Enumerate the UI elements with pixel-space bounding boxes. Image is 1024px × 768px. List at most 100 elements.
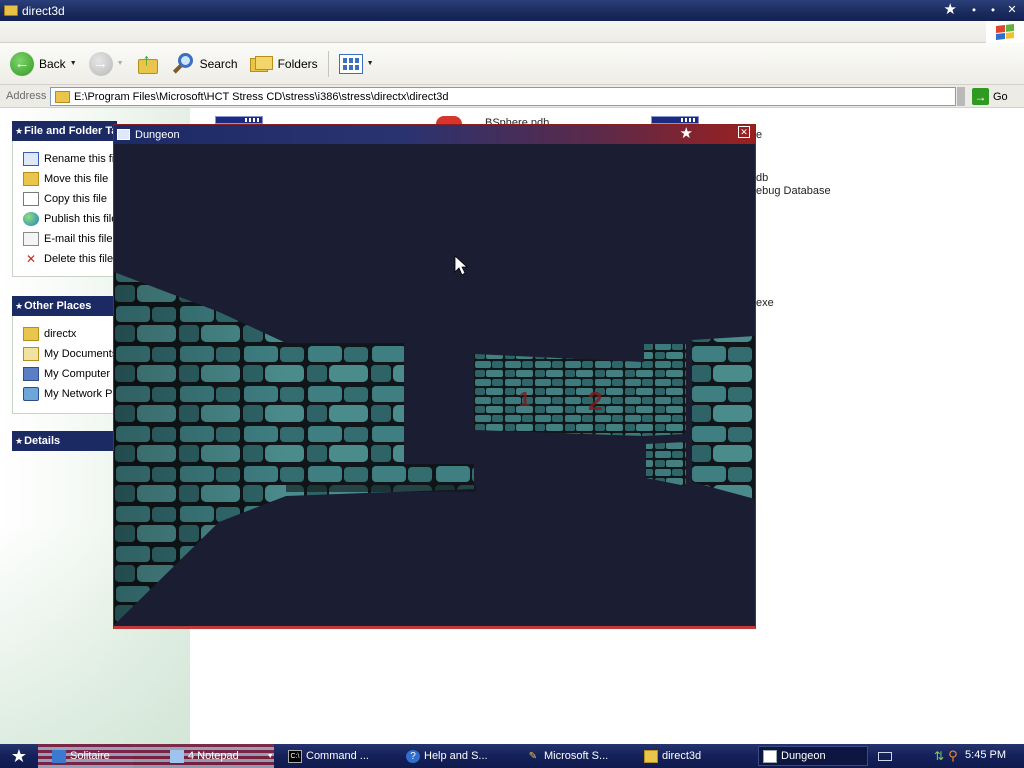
standard-toolbar: ← Back ▼ → ▼ ↑ Search Folders ▼ bbox=[0, 43, 1024, 85]
my-computer-icon bbox=[23, 367, 39, 381]
back-button[interactable]: ← Back ▼ bbox=[4, 47, 83, 81]
game-viewport[interactable]: 1 2 bbox=[114, 144, 755, 625]
file-name-fragment: e bbox=[756, 129, 763, 141]
taskbar-item-direct3d[interactable]: direct3d bbox=[640, 746, 752, 766]
taskbar-label: 4 Notepad bbox=[188, 750, 239, 762]
star-icon: ★ bbox=[679, 125, 693, 142]
folder-icon bbox=[23, 327, 39, 341]
window-title: direct3d bbox=[22, 3, 65, 18]
folder-icon bbox=[4, 5, 18, 16]
file-name-fragment: db bbox=[756, 172, 769, 184]
taskbar-item-dungeon[interactable]: Dungeon bbox=[758, 746, 868, 766]
task-move[interactable]: Move this file bbox=[13, 169, 116, 189]
my-documents-icon bbox=[23, 347, 39, 361]
keyboard-icon[interactable] bbox=[878, 751, 892, 761]
folders-button[interactable]: Folders bbox=[244, 47, 324, 81]
file-tasks-heading: File and Folder Tasks bbox=[24, 125, 117, 137]
help-icon: ? bbox=[406, 749, 420, 763]
other-places-heading: Other Places bbox=[24, 300, 92, 312]
file-thumbnail[interactable] bbox=[651, 116, 699, 124]
taskbar-label: Dungeon bbox=[781, 750, 826, 762]
address-dropdown-button[interactable] bbox=[957, 87, 965, 106]
window-icon bbox=[117, 129, 130, 140]
close-button[interactable]: ✕ bbox=[738, 126, 750, 138]
star-icon: ★ bbox=[943, 1, 957, 18]
start-button[interactable]: ★ bbox=[0, 744, 38, 768]
address-input[interactable]: E:\Program Files\Microsoft\HCT Stress CD… bbox=[50, 87, 956, 106]
forward-arrow-icon: → bbox=[88, 51, 113, 76]
dungeon-title: Dungeon bbox=[135, 128, 180, 141]
solitaire-icon bbox=[52, 749, 66, 763]
pdb-file-icon[interactable] bbox=[436, 116, 462, 124]
back-label: Back bbox=[39, 56, 66, 71]
taskbar-item-microsoft[interactable]: ✎ Microsoft S... bbox=[522, 746, 634, 766]
other-places-header[interactable]: ★ Other Places bbox=[12, 296, 117, 316]
star-icon: ★ bbox=[15, 435, 23, 446]
task-publish[interactable]: Publish this file to the Web bbox=[13, 209, 116, 229]
go-button[interactable]: → Go bbox=[972, 87, 1008, 106]
task-email[interactable]: E-mail this file bbox=[13, 229, 116, 249]
up-button[interactable]: ↑ bbox=[130, 47, 166, 81]
windows-logo bbox=[986, 21, 1024, 43]
taskbar-label: Solitaire bbox=[70, 750, 110, 762]
move-icon bbox=[23, 172, 39, 186]
place-my-documents[interactable]: My Documents bbox=[13, 344, 116, 364]
window-icon bbox=[763, 749, 777, 763]
windows-flag-icon bbox=[996, 24, 1014, 40]
taskbar-item-solitaire[interactable]: Solitaire bbox=[48, 746, 160, 766]
network-tray-icon[interactable]: ⇅ bbox=[934, 749, 944, 763]
taskbar-item-command[interactable]: C:\ Command ... bbox=[284, 746, 396, 766]
toolbar-separator bbox=[327, 50, 329, 77]
dungeon-scene: 1 2 bbox=[114, 144, 755, 625]
place-directx[interactable]: directx bbox=[13, 324, 116, 344]
file-tasks-panel: Rename this file Move this file Copy thi… bbox=[12, 141, 117, 277]
maximize-button[interactable]: ⬩ bbox=[985, 2, 1001, 18]
chevron-down-icon: ▼ bbox=[366, 60, 374, 67]
search-tray-icon[interactable]: ⚲ bbox=[948, 748, 958, 764]
caption-buttons: ★ ⬩ ⬩ ✕ bbox=[944, 2, 1020, 18]
go-label: Go bbox=[993, 90, 1008, 103]
explorer-titlebar[interactable]: direct3d ★ ⬩ ⬩ ✕ bbox=[0, 0, 1024, 21]
forward-button[interactable]: → ▼ bbox=[83, 47, 130, 81]
place-my-computer[interactable]: My Computer bbox=[13, 364, 116, 384]
taskbar-label: Command ... bbox=[306, 750, 369, 762]
address-path: E:\Program Files\Microsoft\HCT Stress CD… bbox=[74, 90, 449, 103]
taskbar-item-notepad[interactable]: 4 Notepad ▼ bbox=[166, 746, 276, 766]
dungeon-window[interactable]: Dungeon ★ ✕ 1 2 bbox=[113, 124, 756, 629]
close-button[interactable]: ✕ bbox=[1004, 2, 1020, 18]
views-button[interactable]: ▼ bbox=[333, 47, 380, 81]
up-folder-icon: ↑ bbox=[136, 52, 160, 75]
folder-icon bbox=[644, 749, 658, 763]
place-label: My Network Places bbox=[44, 388, 116, 400]
details-header[interactable]: ★ Details bbox=[12, 431, 117, 451]
publish-icon bbox=[23, 212, 39, 226]
clock[interactable]: 5:45 PM bbox=[965, 749, 1006, 761]
file-thumbnail[interactable] bbox=[215, 116, 263, 124]
copy-icon bbox=[23, 192, 39, 206]
search-label: Search bbox=[199, 56, 238, 71]
place-label: My Documents bbox=[44, 348, 116, 360]
address-label: Address bbox=[6, 90, 47, 102]
address-bar: Address E:\Program Files\Microsoft\HCT S… bbox=[0, 85, 1024, 108]
task-copy[interactable]: Copy this file bbox=[13, 189, 116, 209]
taskbar-label: Help and S... bbox=[424, 750, 488, 762]
taskbar: ★ Solitaire 4 Notepad ▼ C:\ Command ... … bbox=[0, 744, 1024, 768]
folders-icon bbox=[249, 54, 274, 74]
file-tasks-header[interactable]: ★ File and Folder Tasks bbox=[12, 121, 117, 141]
email-icon bbox=[23, 232, 39, 246]
task-label: E-mail this file bbox=[44, 233, 113, 245]
tool-icon: ✎ bbox=[528, 750, 538, 762]
taskbar-item-help[interactable]: ? Help and S... bbox=[402, 746, 514, 766]
taskbar-label: Microsoft S... bbox=[544, 750, 609, 762]
task-delete[interactable]: ✕ Delete this file bbox=[13, 249, 116, 269]
place-network[interactable]: My Network Places bbox=[13, 384, 116, 404]
minimize-button[interactable]: ⬩ bbox=[966, 2, 982, 18]
wall-gap bbox=[686, 340, 692, 490]
search-button[interactable]: Search bbox=[166, 47, 244, 81]
chevron-down-icon: ▼ bbox=[116, 60, 124, 67]
right-wall-far bbox=[644, 344, 686, 436]
file-name[interactable]: BSphere.pdb bbox=[485, 116, 549, 124]
task-rename[interactable]: Rename this file bbox=[13, 149, 116, 169]
place-label: My Computer bbox=[44, 368, 111, 380]
dungeon-titlebar[interactable]: Dungeon ★ ✕ bbox=[114, 125, 755, 144]
